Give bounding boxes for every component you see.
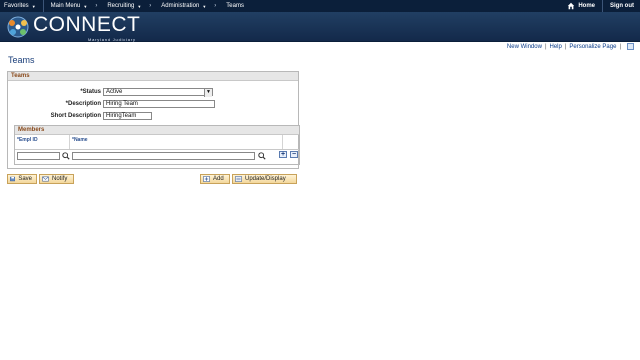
save-label: Save bbox=[18, 176, 32, 182]
home-link[interactable]: Home bbox=[563, 0, 599, 12]
chevron-down-icon: ▼ bbox=[83, 3, 88, 9]
breadcrumb-label: Recruiting bbox=[107, 3, 135, 9]
main-menu[interactable]: Main Menu ▼ bbox=[47, 0, 92, 12]
short-description-row: Short Description HiringTeam bbox=[8, 112, 152, 120]
short-description-value: HiringTeam bbox=[106, 113, 137, 119]
notify-icon bbox=[42, 176, 49, 182]
sign-out-label: Sign out bbox=[610, 3, 634, 9]
status-label: *Status bbox=[80, 89, 101, 95]
status-select[interactable]: Active ▼ bbox=[103, 88, 213, 97]
breadcrumb-administration[interactable]: Administration ▼ bbox=[157, 0, 210, 12]
notify-label: Notify bbox=[52, 176, 68, 182]
name-input[interactable] bbox=[72, 152, 255, 160]
breadcrumb-recruiting[interactable]: Recruiting ▼ bbox=[103, 0, 145, 12]
link-divider: | bbox=[544, 43, 547, 50]
brand-subtitle: Maryland Judiciary bbox=[88, 37, 136, 42]
search-icon[interactable] bbox=[62, 152, 70, 160]
teams-group-box: Teams *Status Active ▼ *Description Hiri… bbox=[7, 71, 300, 169]
description-input[interactable]: Hiring Team bbox=[103, 100, 215, 108]
breadcrumb-label: Teams bbox=[226, 3, 244, 9]
search-icon[interactable] bbox=[258, 152, 266, 160]
teams-group-heading: Teams bbox=[8, 72, 298, 81]
short-description-label: Short Description bbox=[50, 113, 101, 119]
delete-row-button[interactable]: − bbox=[290, 151, 298, 158]
brand-name: CONNECT bbox=[33, 13, 141, 36]
members-heading: Members bbox=[15, 126, 299, 135]
update-display-icon bbox=[235, 176, 242, 182]
breadcrumb-separator-icon: › bbox=[214, 3, 217, 9]
favorites-menu[interactable]: Favorites ▼ bbox=[0, 0, 40, 12]
personalize-page-link[interactable]: Personalize Page bbox=[569, 44, 616, 50]
header-banner: CONNECT Maryland Judiciary bbox=[0, 12, 640, 42]
breadcrumb-separator-icon: › bbox=[95, 3, 98, 9]
chevron-down-icon: ▼ bbox=[202, 3, 207, 9]
add-label: Add bbox=[213, 176, 224, 182]
page-title: Teams bbox=[8, 55, 35, 65]
chevron-down-icon: ▼ bbox=[137, 3, 142, 9]
add-icon bbox=[203, 176, 210, 182]
empl-id-input[interactable] bbox=[17, 152, 60, 160]
favorites-label: Favorites bbox=[4, 3, 29, 9]
breadcrumb-teams[interactable]: Teams bbox=[222, 0, 248, 12]
short-description-input[interactable]: HiringTeam bbox=[103, 112, 152, 120]
chevron-down-icon[interactable]: ▼ bbox=[204, 89, 212, 97]
status-row: *Status Active ▼ bbox=[8, 88, 213, 97]
new-window-link[interactable]: New Window bbox=[507, 44, 542, 50]
home-icon bbox=[568, 2, 575, 10]
link-divider: | bbox=[564, 43, 567, 50]
home-label: Home bbox=[578, 3, 595, 9]
main-menu-label: Main Menu bbox=[50, 3, 81, 9]
add-row-button[interactable]: + bbox=[279, 151, 287, 158]
status-value: Active bbox=[106, 89, 123, 95]
top-nav-right: Home Sign out bbox=[563, 0, 640, 12]
nav-divider bbox=[42, 0, 44, 12]
breadcrumb-separator-icon: › bbox=[149, 3, 152, 9]
nav-divider bbox=[602, 0, 603, 12]
description-label: *Description bbox=[65, 101, 101, 107]
page-utilities: New Window | Help | Personalize Page | bbox=[507, 43, 634, 50]
members-grid: Members *Empl ID *Name + − bbox=[14, 125, 300, 165]
description-row: *Description Hiring Team bbox=[8, 100, 215, 108]
grid-divider bbox=[15, 149, 299, 150]
link-divider: | bbox=[619, 43, 621, 50]
sign-out-link[interactable]: Sign out bbox=[606, 0, 640, 12]
top-navigation-bar: Favorites ▼ Main Menu ▼ › Recruiting ▼ ›… bbox=[0, 0, 640, 12]
connect-logo-icon bbox=[7, 16, 29, 38]
update-display-button[interactable]: Update/Display bbox=[232, 174, 297, 184]
description-value: Hiring Team bbox=[106, 101, 138, 107]
chevron-down-icon: ▼ bbox=[31, 3, 36, 9]
notify-button[interactable]: Notify bbox=[39, 174, 74, 184]
add-button[interactable]: Add bbox=[200, 174, 230, 184]
update-display-label: Update/Display bbox=[245, 176, 286, 182]
column-header-actions bbox=[283, 135, 299, 149]
save-icon bbox=[10, 176, 16, 182]
save-button[interactable]: Save bbox=[7, 174, 37, 184]
page-grid-icon[interactable] bbox=[627, 43, 634, 50]
help-link[interactable]: Help bbox=[550, 44, 562, 50]
breadcrumb-label: Administration bbox=[161, 3, 200, 9]
column-header-name[interactable]: *Name bbox=[70, 135, 283, 149]
column-header-empl-id[interactable]: *Empl ID bbox=[15, 135, 70, 149]
